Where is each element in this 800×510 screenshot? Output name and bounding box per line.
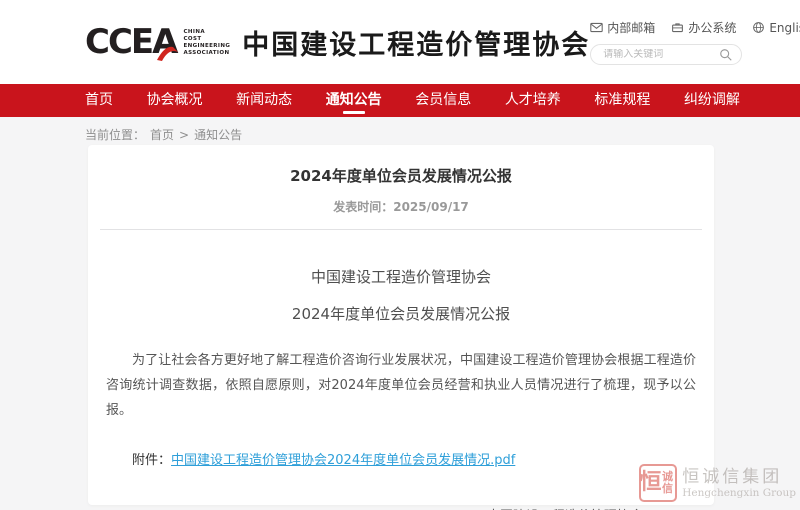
globe-icon [752, 21, 765, 34]
nav-item-members[interactable]: 会员信息 [415, 84, 471, 117]
site-title: 中国建设工程造价管理协会 [242, 23, 590, 62]
hengchengxin-watermark: 恒 诚 信 恒诚信集团 Hengchengxin Group [639, 464, 796, 502]
ccea-logo[interactable]: CCEA CHINA COST ENGINEERING ASSOCIATION [85, 25, 230, 59]
search-button[interactable] [719, 48, 733, 62]
breadcrumb-home-link[interactable]: 首页 [150, 126, 174, 143]
utility-links: 内部邮箱 办公系统 English [590, 19, 800, 36]
ccea-logo-acronym: CCEA [85, 25, 176, 59]
nav-item-home[interactable]: 首页 [85, 84, 113, 117]
breadcrumb-separator: > [179, 128, 189, 142]
nav-item-standards[interactable]: 标准规程 [594, 84, 650, 117]
main-navbar: 首页 协会概况 新闻动态 通知公告 会员信息 人才培养 标准规程 纠纷调解 [0, 84, 800, 117]
nav-item-news[interactable]: 新闻动态 [236, 84, 292, 117]
hengchengxin-seal-icon: 恒 诚 信 [639, 464, 677, 502]
watermark-name-en: Hengchengxin Group [682, 487, 796, 500]
article-sub-heading: 2024年度单位会员发展情况公报 [100, 303, 702, 324]
nav-items: 首页 协会概况 新闻动态 通知公告 会员信息 人才培养 标准规程 纠纷调解 [85, 84, 740, 117]
attachment-label: 附件： [132, 453, 171, 468]
attachment-pdf-link[interactable]: 中国建设工程造价管理协会2024年度单位会员发展情况.pdf [171, 453, 515, 468]
publish-time: 发表时间：2025/09/17 [100, 198, 702, 215]
english-link[interactable]: English [752, 21, 800, 35]
attachment-row: 附件：中国建设工程造价管理协会2024年度单位会员发展情况.pdf [106, 449, 696, 468]
publish-time-label: 发表时间： [333, 200, 393, 214]
ccea-logo-swoosh-icon [156, 43, 180, 61]
breadcrumb: 当前位置： 首页 > 通知公告 [0, 117, 800, 143]
english-label: English [769, 21, 800, 35]
nav-item-disputes[interactable]: 纠纷调解 [684, 84, 740, 117]
signature-org: 中国建设工程造价管理协会 [440, 504, 690, 510]
nav-item-notices[interactable]: 通知公告 [326, 84, 382, 117]
publish-time-value: 2025/09/17 [393, 200, 469, 214]
title-divider [100, 229, 702, 230]
internal-mail-link[interactable]: 内部邮箱 [590, 19, 655, 36]
article-paragraph: 为了让社会各方更好地了解工程造价咨询行业发展状况，中国建设工程造价管理协会根据工… [106, 348, 696, 423]
search-input[interactable] [603, 49, 719, 60]
header-right: 内部邮箱 办公系统 English [590, 19, 800, 65]
watermark-name: 恒诚信集团 [682, 467, 796, 487]
search-box [590, 44, 742, 65]
article-org-heading: 中国建设工程造价管理协会 [100, 266, 702, 287]
breadcrumb-prefix: 当前位置： [85, 126, 145, 143]
article-title: 2024年度单位会员发展情况公报 [100, 165, 702, 186]
office-system-link[interactable]: 办公系统 [671, 19, 736, 36]
mail-icon [590, 21, 603, 34]
search-icon [719, 48, 733, 62]
nav-item-about[interactable]: 协会概况 [147, 84, 203, 117]
office-system-label: 办公系统 [688, 19, 736, 36]
breadcrumb-current: 通知公告 [194, 126, 242, 143]
ccea-logo-subtext: CHINA COST ENGINEERING ASSOCIATION [183, 29, 230, 56]
briefcase-icon [671, 21, 684, 34]
article-signature: 中国建设工程造价管理协会 2025年9月17日 [440, 504, 690, 510]
article-card: 2024年度单位会员发展情况公报 发表时间：2025/09/17 中国建设工程造… [88, 145, 714, 505]
nav-item-training[interactable]: 人才培养 [505, 84, 561, 117]
internal-mail-label: 内部邮箱 [607, 19, 655, 36]
site-header: CCEA CHINA COST ENGINEERING ASSOCIATION … [0, 0, 800, 84]
